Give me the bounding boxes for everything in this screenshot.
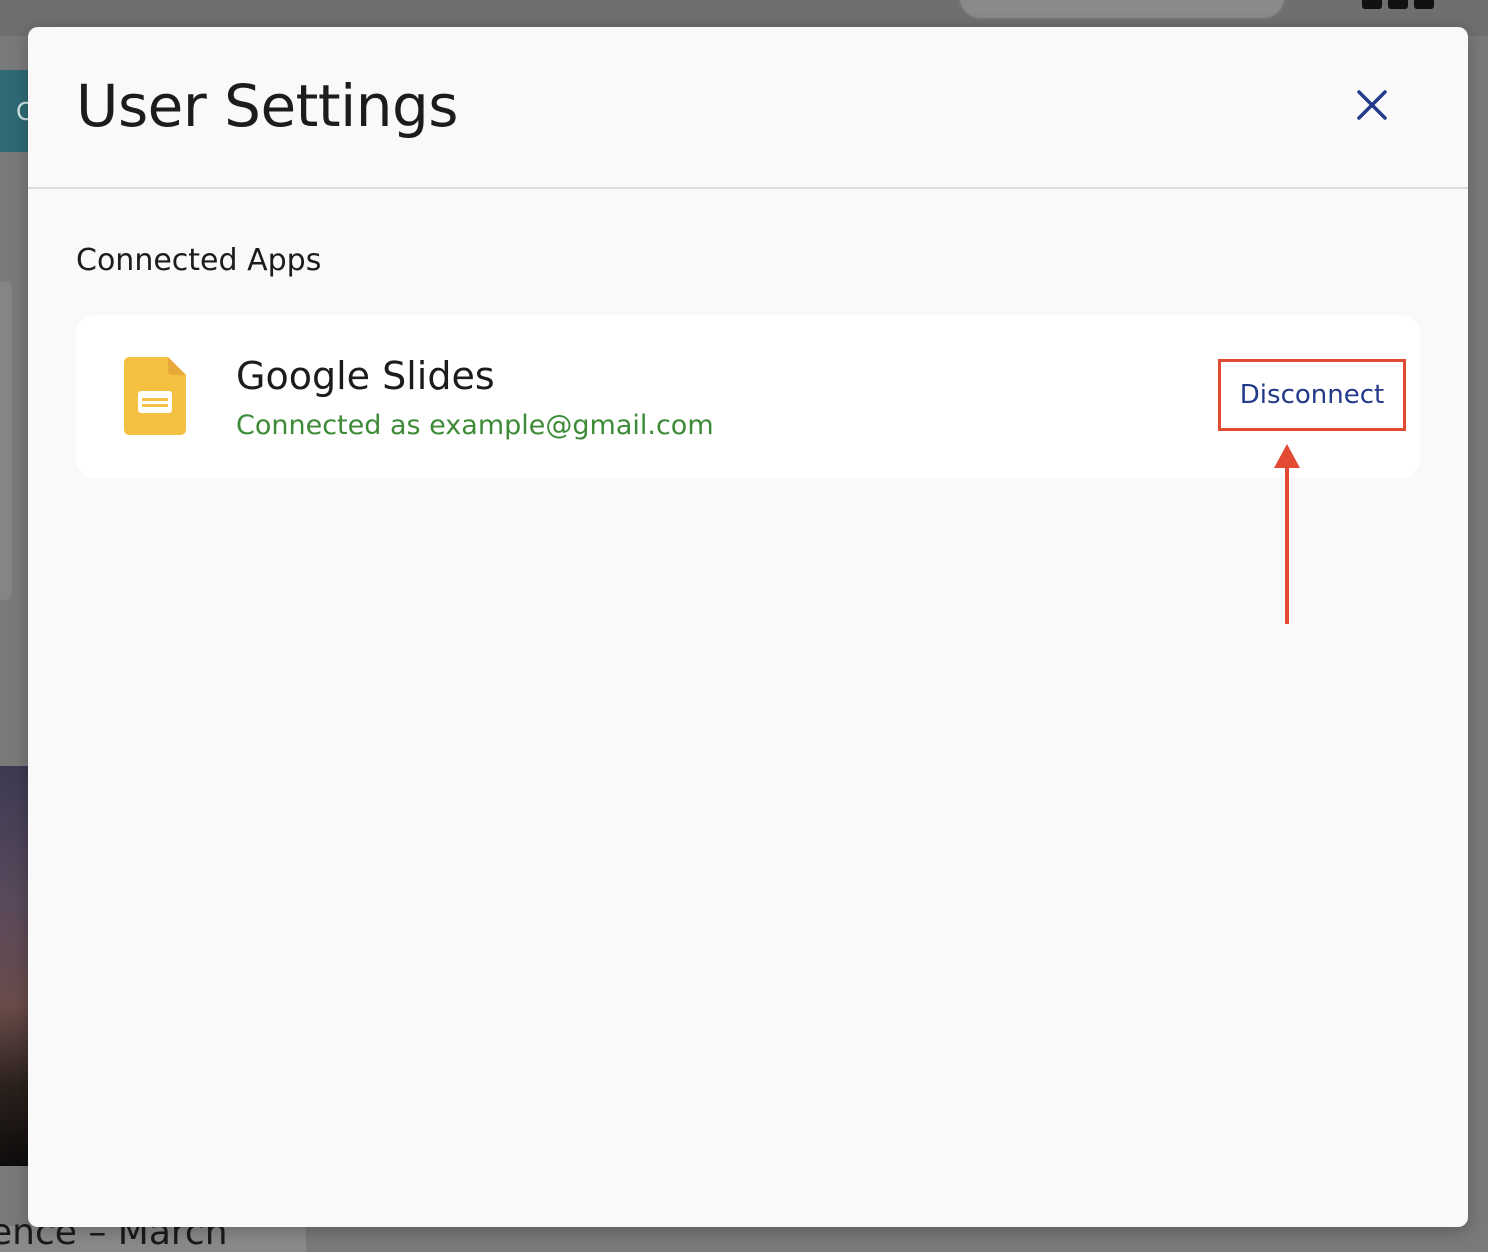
user-settings-modal: User Settings Connected Apps Google Slid… — [28, 27, 1468, 1227]
close-icon — [1357, 90, 1387, 120]
modal-title: User Settings — [76, 72, 459, 140]
modal-header: User Settings — [28, 27, 1468, 189]
annotation-arrow-icon — [1274, 444, 1300, 624]
app-name: Google Slides — [236, 354, 495, 398]
disconnect-button[interactable]: Disconnect — [1218, 359, 1406, 431]
app-connection-status: Connected as example@gmail.com — [236, 410, 714, 441]
background-card — [0, 282, 12, 600]
connected-app-card: Google Slides Connected as example@gmail… — [76, 315, 1420, 478]
google-slides-icon — [124, 357, 186, 435]
close-button[interactable] — [1344, 77, 1400, 133]
connected-apps-heading: Connected Apps — [76, 243, 322, 278]
background-search-pill — [958, 0, 1286, 20]
apps-grid-icon — [1362, 0, 1434, 10]
